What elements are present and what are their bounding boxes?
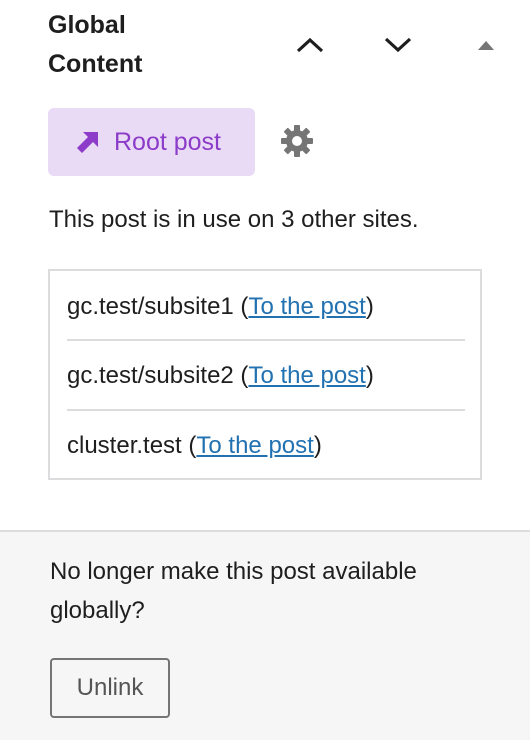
list-item: gc.test/subsite2 (To the post) [67, 339, 465, 411]
triangle-up-icon [478, 41, 494, 50]
panel-title: Global Content [48, 11, 143, 78]
close-paren: ) [365, 362, 374, 389]
move-up-button[interactable] [290, 25, 330, 65]
site-name: gc.test/subsite2 [67, 362, 234, 389]
to-the-post-link[interactable]: To the post [196, 432, 313, 459]
close-paren: ) [313, 432, 322, 459]
chevron-down-icon [384, 37, 412, 53]
settings-button[interactable] [274, 118, 320, 164]
arrow-up-right-icon [77, 132, 98, 153]
sites-list: gc.test/subsite1 (To the post) gc.test/s… [48, 269, 482, 480]
root-post-label: Root post [114, 127, 222, 156]
move-down-button[interactable] [378, 25, 418, 65]
unlink-footer: No longer make this post available globa… [0, 530, 530, 740]
to-the-post-link[interactable]: To the post [248, 293, 365, 320]
root-post-button[interactable]: Root post [48, 108, 255, 176]
usage-text: This post is in use on 3 other sites. [49, 206, 419, 233]
site-name: cluster.test [67, 432, 182, 459]
chevron-up-icon [296, 37, 324, 53]
gear-icon [281, 125, 313, 157]
list-item: cluster.test (To the post) [67, 409, 465, 479]
close-paren: ) [365, 293, 374, 320]
list-item: gc.test/subsite1 (To the post) [67, 271, 465, 341]
site-name: gc.test/subsite1 [67, 293, 234, 320]
collapse-panel-button[interactable] [466, 25, 506, 65]
to-the-post-link[interactable]: To the post [248, 362, 365, 389]
open-paren: ( [233, 362, 249, 389]
unlink-button[interactable]: Unlink [50, 658, 170, 718]
panel-header: Global Content [0, 0, 530, 95]
open-paren: ( [181, 432, 197, 459]
unlink-prompt: No longer make this post available globa… [50, 558, 417, 624]
open-paren: ( [233, 293, 249, 320]
